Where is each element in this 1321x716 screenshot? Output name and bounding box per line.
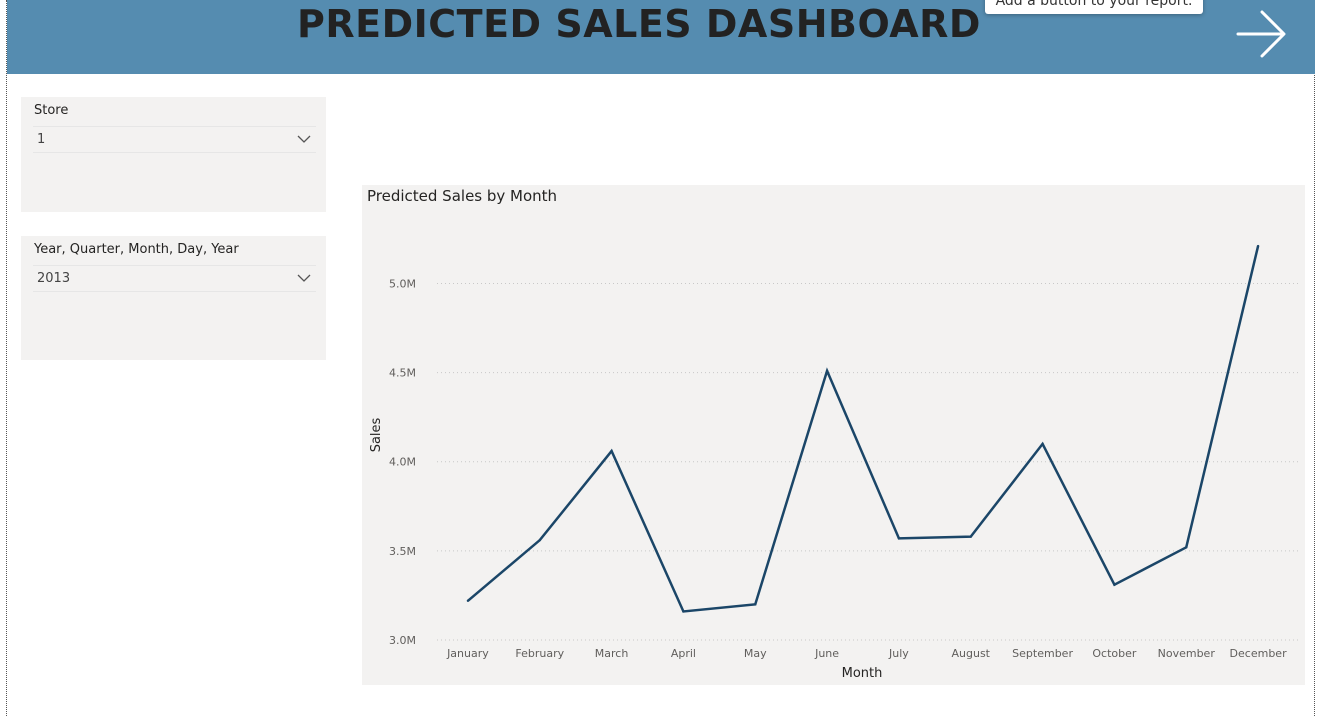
slicer-value: 2013 bbox=[37, 271, 71, 286]
data-point bbox=[1256, 244, 1260, 248]
data-point bbox=[1185, 546, 1188, 549]
data-point bbox=[610, 449, 613, 453]
sales-line-chart: Predicted Sales by Month 3.0M 3.5M 4.0M 4.5… bbox=[362, 185, 1305, 685]
x-tick-label: January bbox=[446, 647, 489, 660]
store-dropdown[interactable]: 1 bbox=[33, 126, 316, 153]
date-slicer: Year, Quarter, Month, Day, Year 2013 bbox=[21, 236, 326, 360]
data-point bbox=[1041, 442, 1044, 446]
y-tick-label: 4.0M bbox=[389, 456, 416, 469]
arrow-right-icon bbox=[1236, 10, 1286, 58]
y-tick-label: 4.5M bbox=[389, 367, 416, 380]
year-dropdown[interactable]: 2013 bbox=[33, 265, 316, 292]
data-point bbox=[897, 537, 901, 540]
data-point bbox=[1113, 583, 1116, 586]
data-point bbox=[538, 538, 541, 542]
y-tick-label: 3.5M bbox=[389, 545, 416, 558]
x-tick-label: August bbox=[952, 647, 991, 660]
slicer-title: Store bbox=[34, 103, 69, 118]
data-point bbox=[754, 603, 757, 606]
y-tick-label: 5.0M bbox=[389, 277, 416, 290]
tooltip: Add a button to your report. bbox=[985, 0, 1203, 14]
chevron-down-icon bbox=[297, 135, 311, 143]
x-tick-label: March bbox=[595, 647, 629, 660]
x-tick-label: June bbox=[814, 647, 839, 660]
data-point bbox=[466, 599, 470, 602]
slicer-value: 1 bbox=[37, 132, 46, 147]
data-point bbox=[682, 610, 685, 613]
x-tick-label: April bbox=[671, 647, 696, 660]
x-tick-label: July bbox=[888, 647, 909, 660]
x-tick-label: May bbox=[744, 647, 767, 660]
store-slicer: Store 1 bbox=[21, 97, 326, 212]
x-tick-label: February bbox=[515, 647, 564, 660]
data-point bbox=[969, 535, 972, 538]
data-point bbox=[825, 369, 829, 373]
x-tick-label: October bbox=[1092, 647, 1136, 660]
chevron-down-icon bbox=[297, 274, 311, 282]
chart-plot: 3.0M 3.5M 4.0M 4.5M 5.0M January February March… bbox=[369, 244, 1299, 681]
y-tick-label: 3.0M bbox=[389, 634, 416, 647]
series-line bbox=[467, 245, 1260, 613]
x-tick-label: November bbox=[1158, 647, 1216, 660]
y-axis-label: Sales bbox=[369, 417, 384, 452]
navigate-button[interactable] bbox=[1232, 8, 1288, 60]
x-tick-label: September bbox=[1012, 647, 1073, 660]
slicer-title: Year, Quarter, Month, Day, Year bbox=[34, 242, 239, 257]
x-tick-label: December bbox=[1230, 647, 1288, 660]
x-axis-label: Month bbox=[842, 666, 883, 681]
